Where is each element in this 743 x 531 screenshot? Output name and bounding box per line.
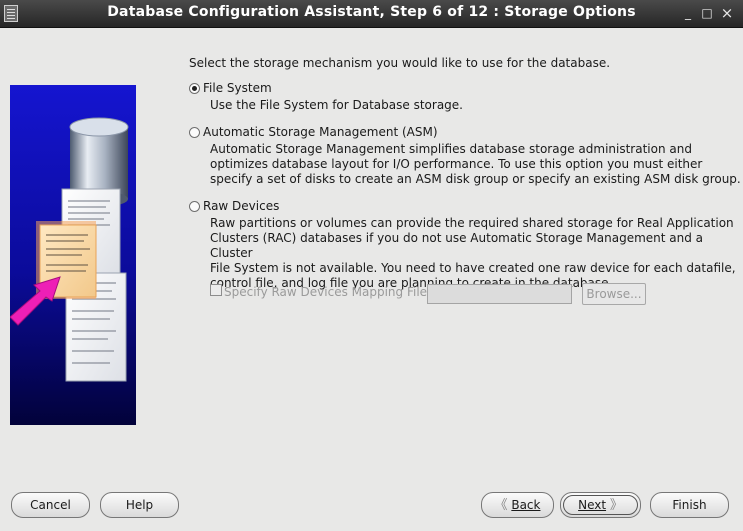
file-system-label[interactable]: File System xyxy=(203,81,272,95)
raw-devices-description: Raw partitions or volumes can provide th… xyxy=(210,216,736,290)
back-label: Back xyxy=(511,498,541,512)
next-label: Next xyxy=(578,498,607,512)
title-bar: Database Configuration Assistant, Step 6… xyxy=(0,0,743,28)
file-system-radio[interactable] xyxy=(189,83,200,94)
asm-label[interactable]: Automatic Storage Management (ASM) xyxy=(203,125,438,139)
finish-button[interactable]: Finish xyxy=(650,492,729,518)
raw-mapping-checkbox[interactable] xyxy=(210,284,222,296)
dialog-body: Select the storage mechanism you would l… xyxy=(0,28,743,531)
help-label: Help xyxy=(125,498,154,512)
cancel-label: Cancel xyxy=(30,498,71,512)
maximize-button[interactable]: □ xyxy=(698,4,716,22)
asm-radio[interactable] xyxy=(189,127,200,138)
minimize-button[interactable]: _ xyxy=(679,4,697,22)
back-chevron-icon: 《 xyxy=(494,498,508,513)
help-button[interactable]: Help xyxy=(100,492,179,518)
close-button[interactable]: × xyxy=(718,4,736,22)
raw-devices-label[interactable]: Raw Devices xyxy=(203,199,279,213)
raw-mapping-file-input[interactable] xyxy=(427,284,572,304)
raw-mapping-label: Specify Raw Devices Mapping File xyxy=(224,285,428,299)
raw-devices-radio[interactable] xyxy=(189,201,200,212)
browse-button[interactable]: Browse... xyxy=(582,283,646,305)
file-system-description: Use the File System for Database storage… xyxy=(210,98,463,112)
back-button[interactable]: 《 Back xyxy=(481,492,554,518)
database-with-documents-illustration xyxy=(10,85,136,425)
cancel-button[interactable]: Cancel xyxy=(11,492,90,518)
asm-description: Automatic Storage Management simplifies … xyxy=(210,142,741,186)
finish-label: Finish xyxy=(672,498,707,512)
next-button[interactable]: Next 》 xyxy=(560,492,641,518)
instruction-text: Select the storage mechanism you would l… xyxy=(189,56,611,70)
next-focus-ring: Next 》 xyxy=(563,495,638,515)
window-title: Database Configuration Assistant, Step 6… xyxy=(107,4,636,20)
next-chevron-icon: 》 xyxy=(609,498,623,513)
